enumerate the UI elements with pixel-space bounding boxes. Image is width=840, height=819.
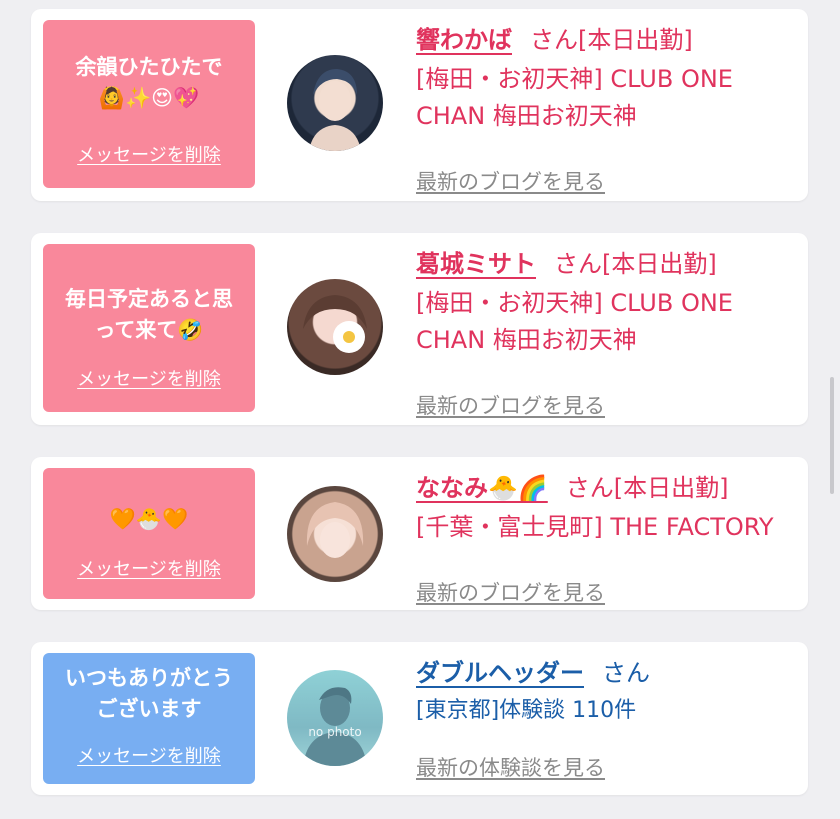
profile-name-link[interactable]: 葛城ミサト xyxy=(416,250,536,278)
honorific: さん xyxy=(554,250,602,278)
avatar[interactable] xyxy=(287,55,383,151)
avatar[interactable] xyxy=(287,279,383,375)
avatar-photo xyxy=(306,502,364,558)
honorific: さん xyxy=(602,659,650,687)
message-card: いつもありがとう ございます メッセージを削除 no photo ダブルヘッダー… xyxy=(31,642,808,795)
avatar[interactable] xyxy=(287,486,383,582)
message-text-cont: って来て🤣 xyxy=(94,318,204,342)
message-card: 🧡🐣🧡 メッセージを削除 ななみ🐣🌈 さん[本日出勤] [千葉・富士見町] THE… xyxy=(31,457,808,610)
avatar-photo xyxy=(309,69,361,151)
shop-name: [梅田・お初天神] CLUB ONE xyxy=(416,289,733,317)
message-emoji: 🧡🐣🧡 xyxy=(109,507,189,531)
delete-message-link[interactable]: メッセージを削除 xyxy=(43,555,255,581)
status-badge: [本日出勤] xyxy=(613,474,729,502)
latest-blog-link[interactable]: 最新のブログを見る xyxy=(416,577,605,607)
shop-name: [梅田・お初天神] CLUB ONE xyxy=(416,65,733,93)
reviewer-info: [東京都]体験談 110件 xyxy=(416,698,637,723)
avatar[interactable]: no photo xyxy=(287,670,383,766)
message-card: 余韻ひたひたで 🙆✨😍💖 メッセージを削除 響わかば さん[本日出勤] [梅田・お… xyxy=(31,9,808,201)
profile-name-link[interactable]: ダブルヘッダー xyxy=(416,659,584,687)
delete-message-link[interactable]: メッセージを削除 xyxy=(43,742,255,768)
latest-blog-link[interactable]: 最新のブログを見る xyxy=(416,166,605,196)
delete-message-link[interactable]: メッセージを削除 xyxy=(43,365,255,391)
scrollbar[interactable] xyxy=(830,377,834,494)
message-bubble: 余韻ひたひたで 🙆✨😍💖 メッセージを削除 xyxy=(43,20,255,188)
status-badge: [本日出勤] xyxy=(602,250,717,278)
profile-name-link[interactable]: ななみ🐣🌈 xyxy=(416,474,548,502)
no-photo-label: no photo xyxy=(308,725,361,739)
avatar-photo xyxy=(303,295,367,353)
honorific: さん xyxy=(565,474,614,502)
shop-name-cont: CHAN 梅田お初天神 xyxy=(416,326,637,354)
message-emoji: 🙆✨😍💖 xyxy=(98,86,200,110)
profile-info: 響わかば さん[本日出勤] [梅田・お初天神] CLUB ONE CHAN 梅田お… xyxy=(416,23,798,194)
latest-review-link[interactable]: 最新の体験談を見る xyxy=(416,752,605,782)
delete-message-link[interactable]: メッセージを削除 xyxy=(43,141,255,167)
user-silhouette-icon: no photo xyxy=(303,687,367,766)
message-bubble: 🧡🐣🧡 メッセージを削除 xyxy=(43,468,255,599)
profile-info: ななみ🐣🌈 さん[本日出勤] [千葉・富士見町] THE FACTORY 最新のブ… xyxy=(416,471,798,605)
latest-blog-link[interactable]: 最新のブログを見る xyxy=(416,390,605,420)
status-badge: [本日出勤] xyxy=(578,26,693,54)
message-text: いつもありがとう xyxy=(65,666,233,690)
honorific: さん xyxy=(530,26,578,54)
message-text: 余韻ひたひたで xyxy=(75,55,223,79)
profile-info: 葛城ミサト さん[本日出勤] [梅田・お初天神] CLUB ONE CHAN 梅田… xyxy=(416,247,798,418)
message-text-cont: ございます xyxy=(96,697,202,721)
message-bubble: いつもありがとう ございます メッセージを削除 xyxy=(43,653,255,784)
shop-name: [千葉・富士見町] THE FACTORY xyxy=(416,513,774,541)
profile-name-link[interactable]: 響わかば xyxy=(416,26,512,54)
message-bubble: 毎日予定あると思 って来て🤣 メッセージを削除 xyxy=(43,244,255,412)
message-text: 毎日予定あると思 xyxy=(65,287,233,311)
shop-name-cont: CHAN 梅田お初天神 xyxy=(416,102,637,130)
message-card: 毎日予定あると思 って来て🤣 メッセージを削除 葛城ミサト さん[本日出勤] [梅… xyxy=(31,233,808,425)
profile-info: ダブルヘッダー さん [東京都]体験談 110件 最新の体験談を見る xyxy=(416,656,798,780)
